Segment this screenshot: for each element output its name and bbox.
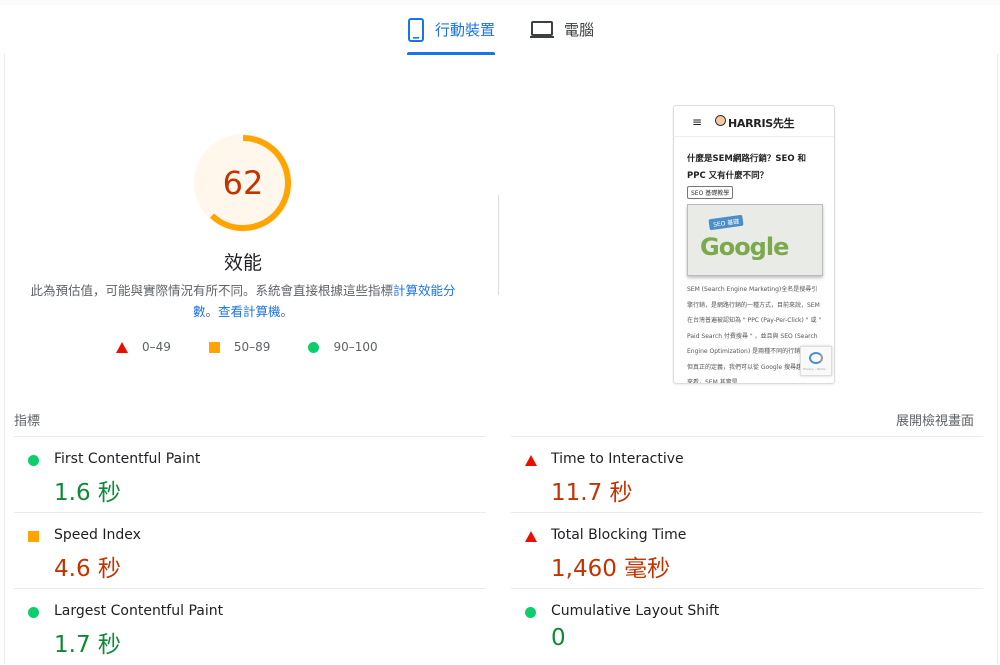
tab-desktop[interactable]: 電腦 [530, 5, 594, 54]
metric-value: 11.7 秒 [551, 480, 633, 506]
good-circle-icon [525, 607, 536, 618]
recaptcha-icon [809, 352, 823, 364]
smartphone-icon [408, 17, 424, 42]
description-middle: 。 [205, 304, 218, 319]
legend-average-range: 50–89 [233, 340, 271, 354]
tab-desktop-label: 電腦 [564, 21, 595, 39]
metric-value: 1.6 秒 [54, 480, 121, 506]
metric-name: Largest Contentful Paint [54, 603, 224, 619]
desktop-icon [530, 20, 554, 38]
avatar-face-icon [715, 115, 726, 126]
preview-logo: HARRIS先生 [728, 117, 795, 130]
score-description: 此為預估值，可能與實際情況有所不同。系統會直接根據這些指標計算效能分數。查看計算… [28, 280, 458, 322]
page-screenshot-preview: ≡ HARRIS先生 什麼是SEM網路行銷？SEO 和 PPC 又有什麼不同？ … [673, 105, 835, 384]
expand-view-toggle[interactable]: 展開檢視畫面 [896, 410, 974, 429]
metric-value: 1,460 毫秒 [551, 556, 671, 582]
metric-tbt: Total Blocking Time 1,460 毫秒 [511, 512, 983, 589]
average-square-icon [28, 531, 39, 542]
square-icon [208, 341, 220, 353]
triangle-icon [116, 341, 128, 353]
hamburger-menu-icon: ≡ [692, 115, 703, 129]
legend-poor-range: 0–49 [142, 340, 171, 354]
good-circle-icon [28, 455, 39, 466]
preview-image-badge: SEO 基礎 [708, 214, 744, 231]
recaptcha-badge: Privacy - Terms [800, 346, 832, 376]
legend-good-range: 90–100 [333, 340, 378, 354]
preview-image-word: Google [700, 233, 789, 261]
metric-value: 0 [551, 625, 566, 651]
circle-icon [308, 341, 320, 353]
poor-triangle-icon [525, 455, 537, 466]
vertical-divider [498, 195, 499, 295]
preview-featured-image: SEO 基礎 Google [687, 204, 823, 276]
calculator-link[interactable]: 查看計算機 [218, 304, 281, 319]
metric-name: Time to Interactive [551, 451, 684, 467]
performance-score: 62 [222, 164, 264, 202]
good-circle-icon [28, 607, 39, 618]
legend-average: 50–89 [208, 340, 271, 354]
score-legend: 0–49 50–89 90–100 [116, 340, 416, 354]
metric-value: 1.7 秒 [54, 632, 121, 658]
device-tabs: 行動裝置 電腦 [0, 5, 1000, 55]
preview-header: ≡ HARRIS先生 [674, 106, 834, 137]
recaptcha-text: Privacy - Terms [803, 367, 826, 371]
metric-name: First Contentful Paint [54, 451, 201, 467]
preview-tag: SEO 基礎教學 [687, 186, 734, 199]
metric-tti: Time to Interactive 11.7 秒 [511, 436, 983, 513]
tab-mobile-label: 行動裝置 [435, 21, 496, 39]
metrics-heading: 指標 [14, 414, 41, 429]
description-end: 。 [280, 304, 294, 319]
legend-good: 90–100 [308, 340, 378, 354]
metric-name: Total Blocking Time [551, 527, 687, 543]
performance-gauge: 62 [192, 132, 294, 234]
metric-cls: Cumulative Layout Shift 0 [511, 588, 983, 665]
tab-mobile[interactable]: 行動裝置 [407, 5, 495, 54]
metric-speed-index: Speed Index 4.6 秒 [14, 512, 486, 589]
preview-article-title: 什麼是SEM網路行銷？SEO 和 PPC 又有什麼不同？ [687, 154, 807, 181]
metric-name: Speed Index [54, 527, 141, 543]
metric-value: 4.6 秒 [54, 556, 121, 582]
metric-lcp: Largest Contentful Paint 1.7 秒 [14, 588, 486, 665]
metric-name: Cumulative Layout Shift [551, 603, 720, 619]
performance-title: 效能 [223, 252, 262, 274]
legend-poor: 0–49 [116, 340, 171, 354]
description-text: 此為預估值，可能與實際情況有所不同。系統會直接根據這些指標 [30, 283, 393, 298]
poor-triangle-icon [525, 531, 537, 542]
metric-fcp: First Contentful Paint 1.6 秒 [14, 436, 486, 513]
